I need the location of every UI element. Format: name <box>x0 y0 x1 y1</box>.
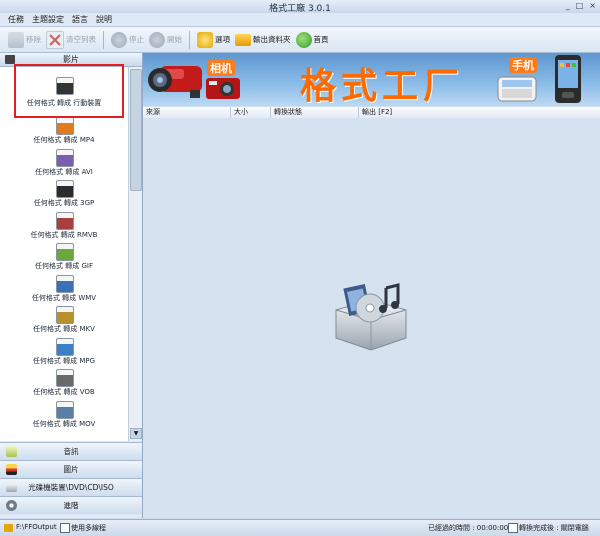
clear-list-button[interactable]: 清空列表 <box>46 30 96 50</box>
output-folder-label: 輸出資料夾 <box>253 35 291 44</box>
smartphone-keyboard-icon <box>497 76 537 102</box>
phone-tag: 手机 <box>509 57 537 73</box>
options-button[interactable]: 選項 <box>197 30 230 50</box>
start-icon <box>149 31 165 48</box>
format-item-label: 任何格式 轉成 MOV <box>32 419 96 428</box>
highlight-box <box>14 64 124 118</box>
output-folder-button[interactable]: 輸出資料夾 <box>235 30 291 50</box>
stop-label: 停止 <box>129 35 144 44</box>
format-item-label: 任何格式 轉成 MKV <box>33 325 95 333</box>
home-icon <box>295 31 312 48</box>
close-button[interactable]: × <box>589 1 596 10</box>
format-item-label: 任何格式 轉成 RMVB <box>30 230 98 239</box>
start-button[interactable]: 開始 <box>149 30 182 50</box>
menu-task[interactable]: 任務 <box>8 13 24 26</box>
maximize-button[interactable]: □ <box>576 1 584 10</box>
format-item-label: 任何格式 轉成 MP4 <box>33 136 95 144</box>
column-output[interactable]: 輸出 [F2] <box>359 107 600 118</box>
toolbar: 移除 清空列表 停止 開始 選項 輸出資料夾 首頁 <box>0 27 600 53</box>
column-size[interactable]: 大小 <box>231 107 271 118</box>
format-item[interactable]: 任何格式 轉成 MPG <box>0 336 128 367</box>
camera-tag: 相机 <box>207 60 235 76</box>
format-item-label: 任何格式 轉成 AVI <box>35 167 93 176</box>
brand-title: 格式工厂 <box>300 66 465 107</box>
remove-label: 移除 <box>26 35 41 44</box>
disc-category-label: 光碟機裝置\DVD\CD\ISO <box>28 483 114 492</box>
video-format-icon <box>56 306 74 324</box>
format-item[interactable]: 任何格式 轉成 MP4 <box>0 115 128 146</box>
audio-category[interactable]: 音訊 <box>0 442 142 460</box>
video-format-icon <box>56 243 74 261</box>
format-item[interactable]: 任何格式 轉成 GIF <box>0 241 128 272</box>
format-item[interactable]: 任何格式 轉成 WMV <box>0 273 128 304</box>
toolbar-separator <box>189 30 190 49</box>
video-format-icon <box>56 400 74 419</box>
column-source[interactable]: 來源 <box>143 107 231 118</box>
after-done-checkbox[interactable] <box>508 523 518 533</box>
menu-help[interactable]: 說明 <box>96 13 112 26</box>
format-factory-logo-icon <box>335 283 407 351</box>
audio-category-label: 音訊 <box>63 447 79 456</box>
remove-button[interactable]: 移除 <box>8 30 41 50</box>
options-label: 選項 <box>215 35 230 44</box>
format-item[interactable]: 任何格式 轉成 3GP <box>0 178 128 209</box>
clear-list-label: 清空列表 <box>66 35 96 44</box>
column-status[interactable]: 轉換狀態 <box>271 107 359 118</box>
format-item[interactable]: 任何格式 轉成 RMVB <box>0 210 128 241</box>
menu-theme[interactable]: 主題設定 <box>32 13 64 26</box>
disc-category[interactable]: 光碟機裝置\DVD\CD\ISO <box>0 478 142 496</box>
video-format-icon <box>56 369 74 387</box>
options-icon <box>197 31 213 48</box>
multithread-checkbox[interactable] <box>60 523 70 533</box>
camera-icon <box>206 78 240 99</box>
folder-icon <box>235 33 251 46</box>
picture-category-label: 圖片 <box>63 465 79 474</box>
video-format-icon <box>56 180 74 198</box>
advanced-category-label: 進階 <box>63 501 79 510</box>
format-item[interactable]: 任何格式 轉成 MOV <box>0 399 128 430</box>
mobile-phone-icon <box>555 55 581 103</box>
elapsed-time: 已經過的時間 : 00:00:00 <box>428 524 509 532</box>
start-label: 開始 <box>167 35 182 44</box>
remove-icon <box>8 31 24 48</box>
home-button[interactable]: 首頁 <box>295 30 329 50</box>
format-item[interactable]: 任何格式 轉成 VOB <box>0 367 128 398</box>
banner: 相机 格式工厂 手机 <box>143 53 600 107</box>
format-list-scrollbar[interactable]: ▼ <box>128 67 142 441</box>
toolbar-separator <box>103 30 104 49</box>
format-item-label: 任何格式 轉成 MPG <box>32 356 96 365</box>
status-bar: F:\FFOutput 使用多線程 已經過的時間 : 00:00:00 轉換完成… <box>0 519 600 536</box>
sidebar: 影片 任何格式 轉成 行動裝置 任何格式 轉成 MP4 任何格式 轉成 AVI 任何格… <box>0 53 143 518</box>
menu-bar: 任務 主題設定 語言 說明 <box>0 13 600 27</box>
window-controls: _ □ × <box>566 1 596 10</box>
stop-icon <box>111 31 127 48</box>
output-path[interactable]: F:\FFOutput <box>16 523 57 531</box>
video-format-icon <box>56 148 74 167</box>
home-label: 首頁 <box>313 35 329 44</box>
title-bar: 格式工廠 3.0.1 _ □ × <box>0 0 600 14</box>
format-item-label: 任何格式 轉成 VOB <box>33 388 95 396</box>
minimize-button[interactable]: _ <box>566 1 570 10</box>
video-format-icon <box>56 337 74 356</box>
advanced-category[interactable]: 進階 <box>0 496 142 514</box>
format-list: 任何格式 轉成 行動裝置 任何格式 轉成 MP4 任何格式 轉成 AVI 任何格式 轉… <box>0 67 128 441</box>
format-item[interactable]: 任何格式 轉成 AVI <box>0 147 128 178</box>
format-item[interactable]: 任何格式 轉成 MKV <box>0 304 128 335</box>
multithread-label: 使用多線程 <box>71 524 106 532</box>
picture-category[interactable]: 圖片 <box>0 460 142 478</box>
video-format-icon <box>56 211 74 230</box>
format-item-label: 任何格式 轉成 GIF <box>35 262 93 270</box>
clear-icon <box>46 30 64 49</box>
format-item-label: 任何格式 轉成 WMV <box>31 293 97 302</box>
stop-button[interactable]: 停止 <box>111 30 144 50</box>
camcorder-icon <box>148 66 202 98</box>
menu-language[interactable]: 語言 <box>72 13 88 26</box>
folder-icon <box>4 524 13 532</box>
scrollbar-thumb[interactable] <box>130 69 142 191</box>
video-format-icon <box>56 274 74 293</box>
video-format-icon <box>56 117 74 135</box>
after-done-label: 轉換完成後 : 關閉電腦 <box>519 524 589 532</box>
format-item-label: 任何格式 轉成 3GP <box>33 199 95 207</box>
scroll-down-arrow[interactable]: ▼ <box>130 428 142 439</box>
